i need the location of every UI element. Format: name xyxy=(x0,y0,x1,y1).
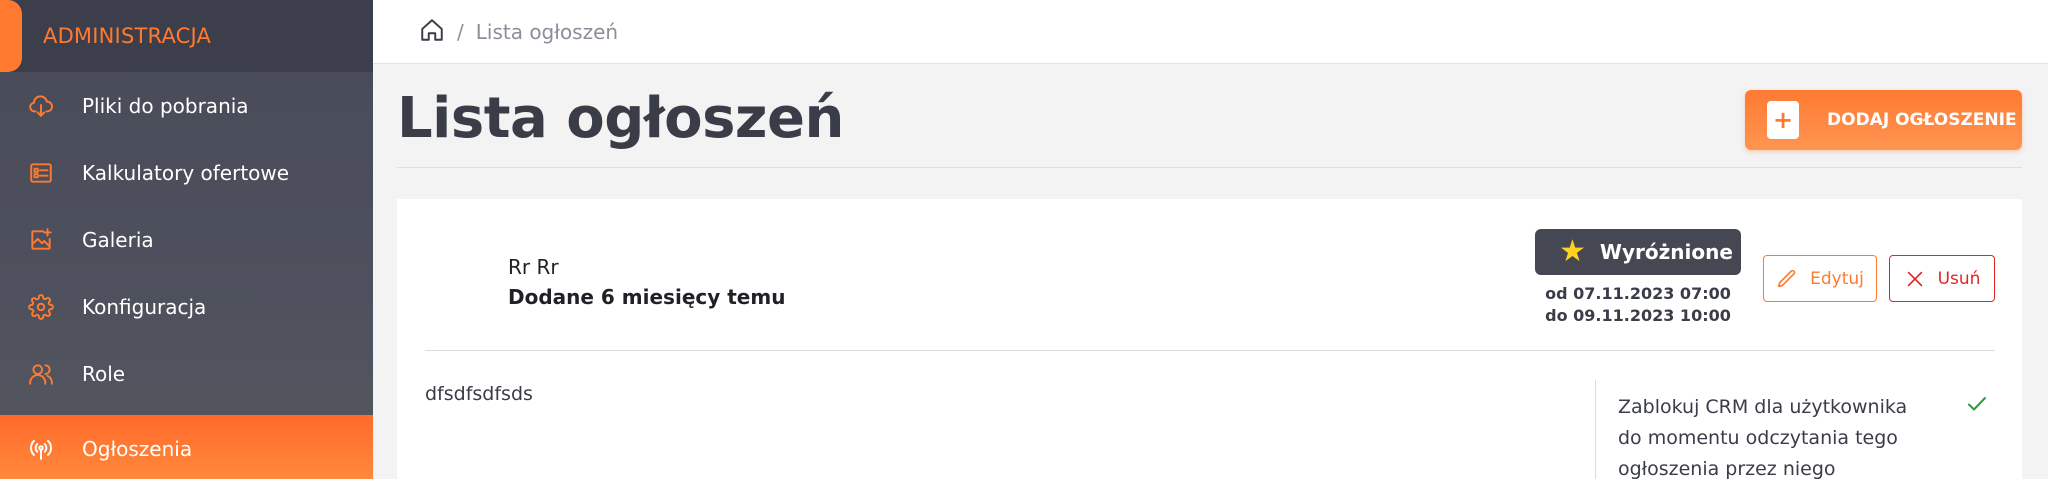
sidebar-item-roles[interactable]: Role xyxy=(0,340,373,407)
card-divider xyxy=(425,350,1995,351)
sidebar-item-label: Pliki do pobrania xyxy=(82,93,249,118)
announcement-card: Rr Rr Dodane 6 miesięcy temu ★ Wyróżnion… xyxy=(397,199,2022,479)
sidebar-title: ADMINISTRACJA xyxy=(43,24,212,48)
image-add-icon xyxy=(28,227,54,253)
add-announcement-button[interactable]: + DODAJ OGŁOSZENIE xyxy=(1745,90,2022,150)
delete-label: Usuń xyxy=(1937,268,1981,289)
broadcast-icon xyxy=(28,436,54,462)
breadcrumb-current: Lista ogłoszeń xyxy=(475,19,619,44)
sidebar-item-announcements[interactable]: Ogłoszenia xyxy=(0,415,373,479)
check-icon xyxy=(1965,392,1989,420)
header-divider xyxy=(397,167,2022,168)
announcement-dates: od 07.11.2023 07:00 do 09.11.2023 10:00 xyxy=(1535,283,1741,327)
edit-label: Edytuj xyxy=(1810,268,1864,289)
sidebar-item-label: Galeria xyxy=(82,227,154,252)
sidebar: ADMINISTRACJA Pliki do pobrania Kalkulat… xyxy=(0,0,373,479)
featured-badge-label: Wyróżnione xyxy=(1599,240,1733,264)
sidebar-header: ADMINISTRACJA xyxy=(0,0,373,72)
add-announcement-label: DODAJ OGŁOSZENIE xyxy=(1827,110,2017,130)
sidebar-item-downloads[interactable]: Pliki do pobrania xyxy=(0,72,373,139)
sidebar-item-label: Ogłoszenia xyxy=(82,436,193,461)
edit-button[interactable]: Edytuj xyxy=(1763,255,1877,302)
top-bar: / Lista ogłoszeń xyxy=(373,0,2048,64)
delete-button[interactable]: Usuń xyxy=(1889,255,1995,302)
home-icon[interactable] xyxy=(419,17,445,47)
sidebar-item-configuration[interactable]: Konfiguracja xyxy=(0,273,373,340)
featured-badge: ★ Wyróżnione xyxy=(1535,229,1741,275)
gear-icon xyxy=(28,293,54,320)
sidebar-item-label: Role xyxy=(82,361,126,386)
close-icon xyxy=(1907,271,1922,286)
date-to: do 09.11.2023 10:00 xyxy=(1545,306,1731,325)
cloud-download-icon xyxy=(28,93,54,119)
announcement-author: Rr Rr xyxy=(508,255,559,279)
sidebar-item-label: Kalkulatory ofertowe xyxy=(82,160,290,185)
calculator-list-icon xyxy=(28,160,54,186)
crm-block-text: Zablokuj CRM dla użytkownika do momentu … xyxy=(1618,396,1908,479)
breadcrumb-separator: / xyxy=(457,19,464,44)
users-icon xyxy=(28,361,54,387)
announcement-added-time: Dodane 6 miesięcy temu xyxy=(508,285,786,309)
date-from: od 07.11.2023 07:00 xyxy=(1545,284,1731,303)
star-icon: ★ xyxy=(1559,234,1586,269)
sidebar-header-accent xyxy=(0,0,22,72)
document-add-icon: + xyxy=(1767,101,1799,139)
sidebar-item-calculators[interactable]: Kalkulatory ofertowe xyxy=(0,139,373,206)
pencil-icon xyxy=(1778,269,1796,287)
sidebar-item-label: Konfiguracja xyxy=(82,294,207,319)
crm-block-panel: Zablokuj CRM dla użytkownika do momentu … xyxy=(1595,380,1995,479)
sidebar-item-gallery[interactable]: Galeria xyxy=(0,206,373,273)
page-title: Lista ogłoszeń xyxy=(397,86,844,151)
announcement-content: dfsdfsdfsds xyxy=(425,383,533,405)
